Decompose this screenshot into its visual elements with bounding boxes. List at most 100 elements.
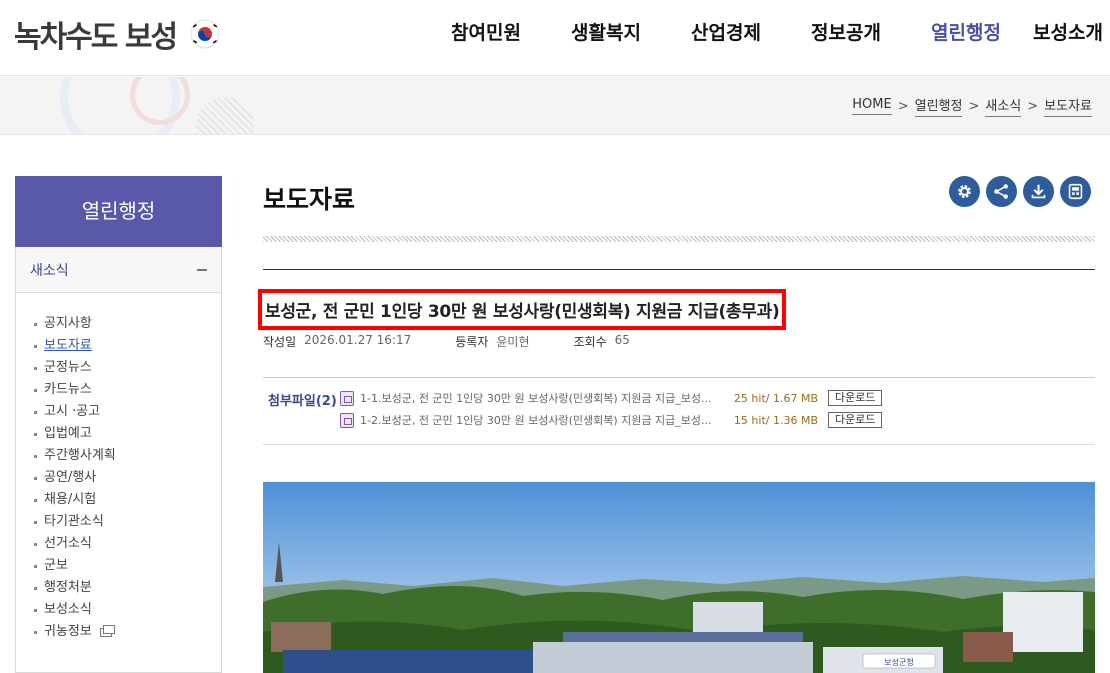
sidebar-item[interactable]: 선거소식: [34, 533, 221, 555]
breadcrumb: HOME > 열린행정 > 새소식 > 보도자료: [852, 95, 1092, 117]
attachment-row: 1-1.보성군, 전 군민 1인당 30만 원 보성사랑(민생회복) 지원금 지…: [340, 388, 883, 408]
sidebar-submenu: 공지사항 보도자료 군정뉴스 카드뉴스 고시 ·공고 입법예고 주간행사계획 공…: [16, 293, 221, 643]
sidebar-item[interactable]: 타기관소식: [34, 511, 221, 533]
bullet-icon: [34, 388, 37, 392]
attachments-divider: [263, 444, 1095, 445]
attachment-name[interactable]: 1-1.보성군, 전 군민 1인당 30만 원 보성사랑(민생회복) 지원금 지…: [360, 390, 732, 406]
settings-button[interactable]: [949, 176, 980, 207]
sidebar-item[interactable]: 귀농정보: [34, 621, 221, 643]
main-nav: 참여민원 생활복지 산업경제 정보공개 열린행정 보성소개: [426, 0, 1110, 66]
views-label: 조회수: [573, 335, 607, 349]
nav-item-economy[interactable]: 산업경제: [666, 0, 786, 66]
breadcrumb-separator: >: [897, 98, 909, 114]
nav-item-welfare[interactable]: 생활복지: [546, 0, 666, 66]
article-top-border: [263, 269, 1095, 270]
sidebar-section-news[interactable]: 새소식: [16, 247, 221, 293]
print-button[interactable]: [1060, 176, 1091, 207]
nav-item-participation[interactable]: 참여민원: [426, 0, 546, 66]
article-photo: 보성군청: [263, 482, 1095, 673]
aerial-photo-illustration: 보성군청: [263, 482, 1095, 673]
attachment-info: 15 hit/ 1.36 MB: [733, 413, 818, 427]
bullet-icon: [34, 322, 37, 326]
sidebar: 열린행정 새소식 공지사항 보도자료 군정뉴스 카드뉴스 고시 ·공고 입법예고…: [15, 176, 222, 673]
meta-divider: [263, 377, 1095, 378]
sidebar-item-active[interactable]: 보도자료: [34, 335, 221, 357]
sidebar-item[interactable]: 채용/시험: [34, 489, 221, 511]
bullet-icon: [34, 586, 37, 590]
attachment-row: 1-2.보성군, 전 군민 1인당 30만 원 보성사랑(민생회복) 지원금 지…: [340, 410, 883, 430]
logo-text: 녹차수도 보성: [14, 20, 178, 55]
breadcrumb-home[interactable]: HOME: [852, 97, 892, 115]
sidebar-item-label: 공지사항: [44, 316, 92, 331]
nav-item-information[interactable]: 정보공개: [786, 0, 906, 66]
sidebar-item[interactable]: 카드뉴스: [34, 379, 221, 401]
attachment-info: 25 hit/ 1.67 MB: [733, 391, 818, 405]
download-attachment-button[interactable]: 다운로드: [828, 390, 883, 406]
date-value: 2026.01.27 16:17: [304, 333, 412, 347]
author-value: 윤미현: [496, 335, 530, 349]
bullet-icon: [34, 564, 37, 568]
sidebar-item-label: 입법예고: [44, 426, 92, 441]
bullet-icon: [34, 542, 37, 546]
article-meta: 작성일 2026.01.27 16:17 등록자 윤미현 조회수 65: [263, 333, 674, 350]
views-value: 65: [614, 333, 630, 347]
breadcrumb-news[interactable]: 새소식: [985, 95, 1022, 117]
site-header: 녹차수도 보성 참여민원 생활복지 산업경제 정보공개 열린행정 보성소개: [0, 0, 1110, 76]
breadcrumb-press-release[interactable]: 보도자료: [1044, 95, 1092, 117]
sidebar-item[interactable]: 보성소식: [34, 599, 221, 621]
sidebar-item[interactable]: 공연/행사: [34, 467, 221, 489]
nav-item-about[interactable]: 보성소개: [1026, 0, 1110, 66]
sidebar-item-label: 선거소식: [44, 536, 92, 551]
sidebar-item[interactable]: 행정처분: [34, 577, 221, 599]
sidebar-item-label: 행정처분: [44, 580, 92, 595]
sidebar-item[interactable]: 고시 ·공고: [34, 401, 221, 423]
sidebar-item[interactable]: 주간행사계획: [34, 445, 221, 467]
site-logo[interactable]: 녹차수도 보성: [14, 8, 220, 60]
sidebar-item-label: 군보: [44, 558, 68, 573]
sidebar-item-label: 군정뉴스: [44, 360, 92, 375]
file-icon: [340, 412, 354, 428]
sidebar-item-label: 주간행사계획: [44, 448, 116, 463]
decorative-pattern: [196, 97, 254, 134]
sub-visual-banner: HOME > 열린행정 > 새소식 > 보도자료: [0, 77, 1110, 135]
author-label: 등록자: [455, 335, 489, 349]
sidebar-item-label: 채용/시험: [44, 492, 97, 507]
photo-sign-text: 보성군청: [884, 658, 913, 667]
share-icon: [994, 184, 1008, 199]
file-icon: [340, 390, 354, 406]
new-window-icon: [99, 624, 115, 637]
breadcrumb-open-administration[interactable]: 열린행정: [914, 95, 963, 117]
share-button[interactable]: [986, 176, 1017, 207]
sidebar-item[interactable]: 공지사항: [34, 313, 221, 335]
article-title: 보성군, 전 군민 1인당 30만 원 보성사랑(민생회복) 지원금 지급(총무…: [265, 302, 780, 322]
bullet-icon: [34, 410, 37, 414]
bullet-icon: [34, 344, 37, 348]
sidebar-item-label: 고시 ·공고: [44, 404, 101, 419]
attachment-name[interactable]: 1-2.보성군, 전 군민 1인당 30만 원 보성사랑(민생회복) 지원금 지…: [360, 412, 732, 428]
download-attachment-button[interactable]: 다운로드: [828, 412, 883, 428]
sidebar-item-label: 귀농정보: [44, 624, 92, 639]
sidebar-item-label: 보성소식: [44, 602, 92, 617]
sidebar-item-label: 공연/행사: [44, 470, 97, 485]
date-label: 작성일: [263, 335, 297, 349]
bullet-icon: [34, 476, 37, 480]
sidebar-item[interactable]: 군정뉴스: [34, 357, 221, 379]
sidebar-title: 열린행정: [15, 176, 222, 247]
download-button[interactable]: [1023, 176, 1054, 207]
page-title: 보도자료: [263, 185, 356, 214]
print-icon: [1068, 183, 1083, 200]
collapse-icon: [197, 268, 207, 271]
sidebar-section-label: 새소식: [30, 262, 69, 279]
sidebar-item-label: 카드뉴스: [44, 382, 92, 397]
breadcrumb-separator: >: [968, 98, 980, 114]
nav-item-open-administration[interactable]: 열린행정: [906, 0, 1026, 66]
gear-icon: [958, 185, 971, 198]
title-divider: [263, 236, 1095, 242]
sidebar-item[interactable]: 입법예고: [34, 423, 221, 445]
bullet-icon: [34, 630, 37, 634]
korean-flag-icon: [190, 19, 220, 49]
bullet-icon: [34, 454, 37, 458]
sidebar-menu: 새소식 공지사항 보도자료 군정뉴스 카드뉴스 고시 ·공고 입법예고 주간행사…: [15, 247, 222, 673]
sidebar-item[interactable]: 군보: [34, 555, 221, 577]
attachments-label: 첨부파일(2): [268, 394, 337, 409]
